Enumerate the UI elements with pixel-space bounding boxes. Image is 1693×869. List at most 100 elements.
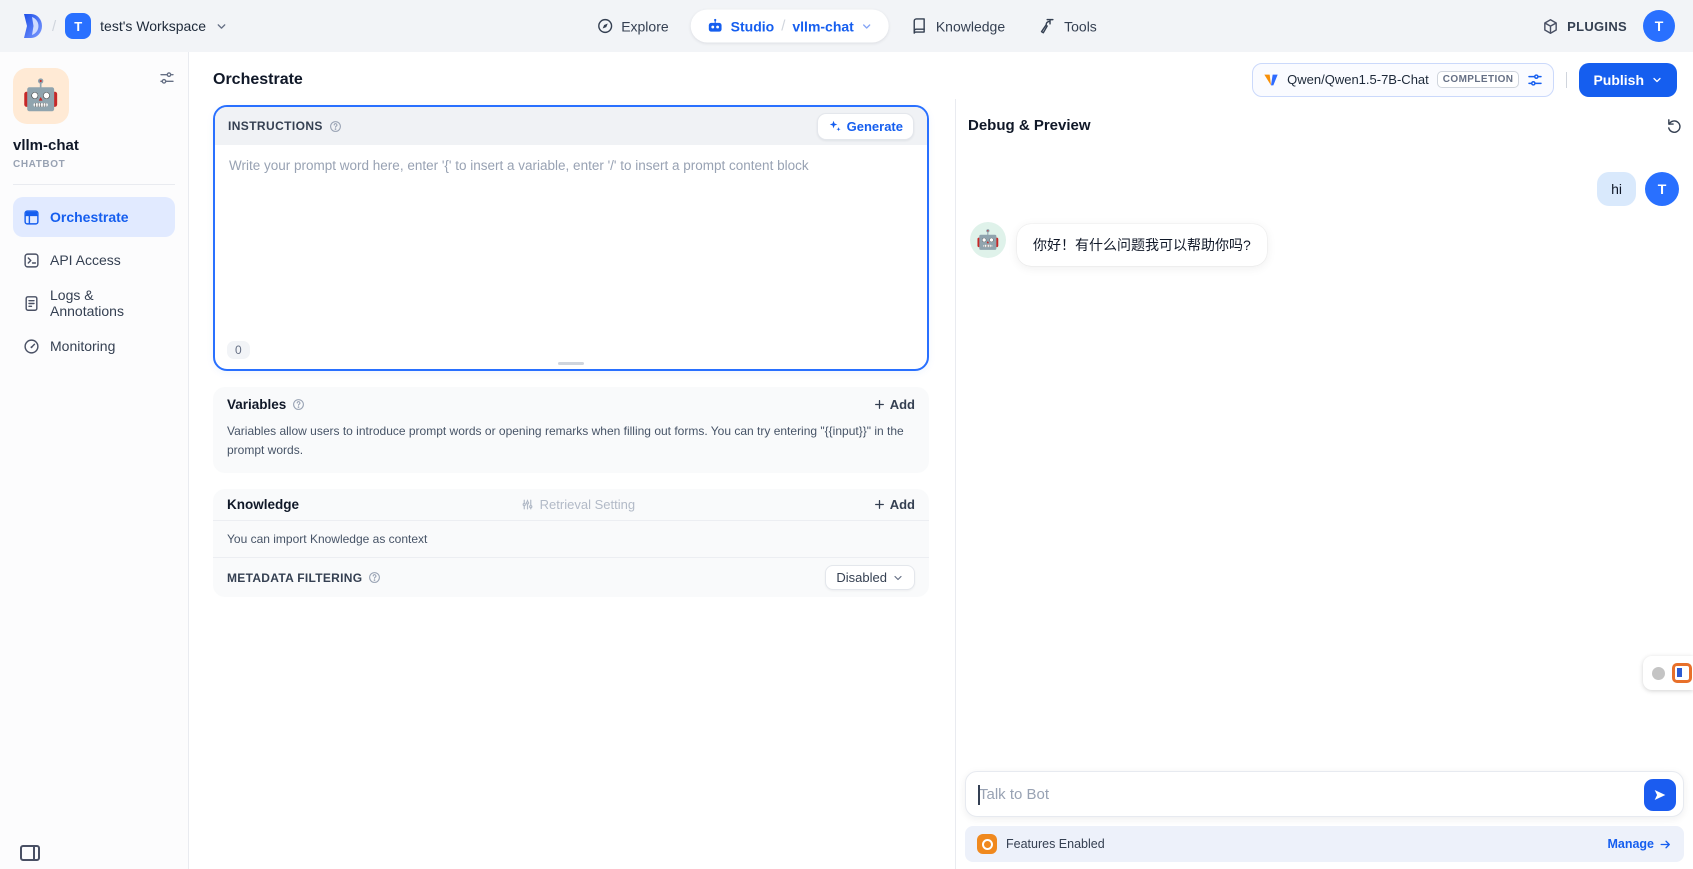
publish-button[interactable]: Publish	[1579, 63, 1677, 97]
app-name: vllm-chat	[13, 137, 175, 154]
sidebar-item-label: Orchestrate	[50, 209, 129, 225]
arrow-right-icon	[1659, 838, 1672, 851]
robot-icon	[707, 18, 724, 35]
add-variable-button[interactable]: Add	[873, 397, 915, 412]
terminal-icon	[23, 252, 40, 269]
metadata-filtering-title: METADATA FILTERING	[227, 571, 362, 585]
model-params-sliders-icon[interactable]	[1527, 72, 1543, 88]
plus-icon	[873, 498, 886, 511]
nav-tools[interactable]: Tools	[1027, 10, 1109, 43]
orchestrate-layout-icon	[23, 209, 40, 226]
workspace-name[interactable]: test's Workspace	[100, 18, 206, 34]
chat-input[interactable]	[966, 772, 1683, 816]
main-nav: Explore Studio / vllm-chat Knowledge	[584, 10, 1109, 43]
nav-knowledge[interactable]: Knowledge	[899, 10, 1017, 43]
chat-area: hi T 🤖 你好！有什么问题我可以帮助你吗?	[956, 142, 1693, 771]
workspace-area: / T test's Workspace	[18, 13, 228, 39]
resize-handle[interactable]	[558, 362, 584, 365]
model-name: Qwen/Qwen1.5-7B-Chat	[1287, 72, 1429, 87]
logs-document-icon	[23, 295, 40, 312]
chat-input-container	[965, 771, 1684, 817]
workspace-avatar[interactable]: T	[65, 13, 91, 39]
sidebar-item-orchestrate[interactable]: Orchestrate	[13, 197, 175, 237]
top-header: / T test's Workspace Explore Studio / vl…	[0, 0, 1693, 52]
features-robot-icon	[977, 834, 997, 854]
workspace-chevron-down-icon[interactable]	[215, 20, 228, 33]
widget-logo-icon	[1672, 663, 1692, 683]
page-toolbar: Orchestrate Qwen/Qwen1.5-7B-Chat COMPLET…	[189, 52, 1693, 99]
page-title: Orchestrate	[213, 71, 303, 89]
bot-message-bubble: 你好！有什么问题我可以帮助你吗?	[1017, 224, 1267, 266]
plus-icon	[873, 398, 886, 411]
app-settings-sliders-icon[interactable]	[159, 70, 175, 86]
features-bar: Features Enabled Manage	[965, 826, 1684, 862]
breadcrumb-separator: /	[52, 18, 56, 35]
nav-separator: /	[781, 18, 785, 35]
sidebar-item-label: API Access	[50, 252, 121, 268]
bot-message-row: 🤖 你好！有什么问题我可以帮助你吗?	[970, 222, 1679, 266]
manage-features-link[interactable]: Manage	[1607, 837, 1672, 851]
instructions-input[interactable]	[215, 145, 927, 305]
vllm-logo-icon	[1263, 73, 1279, 87]
add-knowledge-button[interactable]: Add	[873, 497, 915, 512]
model-selector[interactable]: Qwen/Qwen1.5-7B-Chat COMPLETION	[1252, 63, 1554, 97]
nav-app-chevron-down-icon[interactable]	[861, 20, 873, 32]
instructions-panel: INSTRUCTIONS Generate	[213, 105, 929, 371]
nav-studio[interactable]: Studio / vllm-chat	[691, 10, 889, 43]
widget-dot-icon	[1652, 667, 1665, 680]
generate-button[interactable]: Generate	[817, 113, 914, 140]
sidebar-item-monitoring[interactable]: Monitoring	[13, 326, 175, 366]
send-plane-icon	[1652, 787, 1668, 803]
orchestrate-panel: INSTRUCTIONS Generate	[189, 99, 955, 869]
debug-preview-title: Debug & Preview	[968, 117, 1091, 134]
publish-label: Publish	[1593, 72, 1644, 88]
add-label: Add	[890, 397, 915, 412]
model-mode-badge: COMPLETION	[1437, 71, 1520, 88]
user-chat-avatar: T	[1645, 172, 1679, 206]
help-circle-icon[interactable]	[368, 571, 381, 584]
sidebar-divider	[13, 184, 175, 185]
knowledge-section: Knowledge Retrieval Setting	[213, 489, 929, 597]
collapse-sidebar-icon[interactable]	[20, 845, 40, 861]
nav-studio-label: Studio	[731, 18, 775, 34]
retrieval-setting-button[interactable]: Retrieval Setting	[521, 497, 635, 512]
generate-label: Generate	[847, 119, 903, 134]
send-button[interactable]	[1644, 779, 1676, 811]
plugins-cube-icon	[1542, 18, 1559, 35]
nav-knowledge-label: Knowledge	[936, 18, 1005, 34]
sidebar-item-label: Monitoring	[50, 338, 115, 354]
book-icon	[911, 18, 928, 35]
user-avatar[interactable]: T	[1643, 10, 1675, 42]
nav-explore[interactable]: Explore	[584, 10, 680, 43]
plugins-label: PLUGINS	[1567, 19, 1627, 34]
help-circle-icon[interactable]	[292, 398, 305, 411]
user-message-bubble: hi	[1597, 172, 1636, 206]
floating-extension-widget[interactable]	[1643, 656, 1693, 690]
text-caret	[978, 785, 980, 805]
chat-footer: Features Enabled Manage	[956, 771, 1693, 869]
help-circle-icon[interactable]	[329, 120, 342, 133]
app-sidebar: 🤖 vllm-chat CHATBOT Orchestrate API Acce…	[0, 52, 189, 869]
manage-label: Manage	[1607, 837, 1654, 851]
metadata-filtering-dropdown[interactable]: Disabled	[825, 565, 915, 590]
features-enabled-label: Features Enabled	[1006, 837, 1105, 851]
plugins-button[interactable]: PLUGINS	[1542, 18, 1627, 35]
header-right: PLUGINS T	[1542, 10, 1675, 42]
app-icon[interactable]: 🤖	[13, 68, 69, 124]
restart-conversation-icon[interactable]	[1664, 115, 1685, 136]
app-window: / T test's Workspace Explore Studio / vl…	[0, 0, 1693, 869]
nav-tools-label: Tools	[1064, 18, 1097, 34]
explore-icon	[596, 18, 613, 35]
nav-current-app: vllm-chat	[792, 18, 853, 34]
sidebar-item-api-access[interactable]: API Access	[13, 240, 175, 280]
app-type-label: CHATBOT	[13, 159, 175, 170]
knowledge-description: You can import Knowledge as context	[213, 521, 929, 558]
dify-logo[interactable]	[18, 13, 43, 39]
instructions-title: INSTRUCTIONS	[228, 119, 323, 133]
user-message-row: hi T	[970, 172, 1679, 206]
variables-title: Variables	[227, 397, 286, 412]
sidebar-item-logs-annotations[interactable]: Logs & Annotations	[13, 283, 175, 323]
sparkle-icon	[828, 119, 842, 133]
add-label: Add	[890, 497, 915, 512]
char-count-badge: 0	[227, 341, 250, 359]
